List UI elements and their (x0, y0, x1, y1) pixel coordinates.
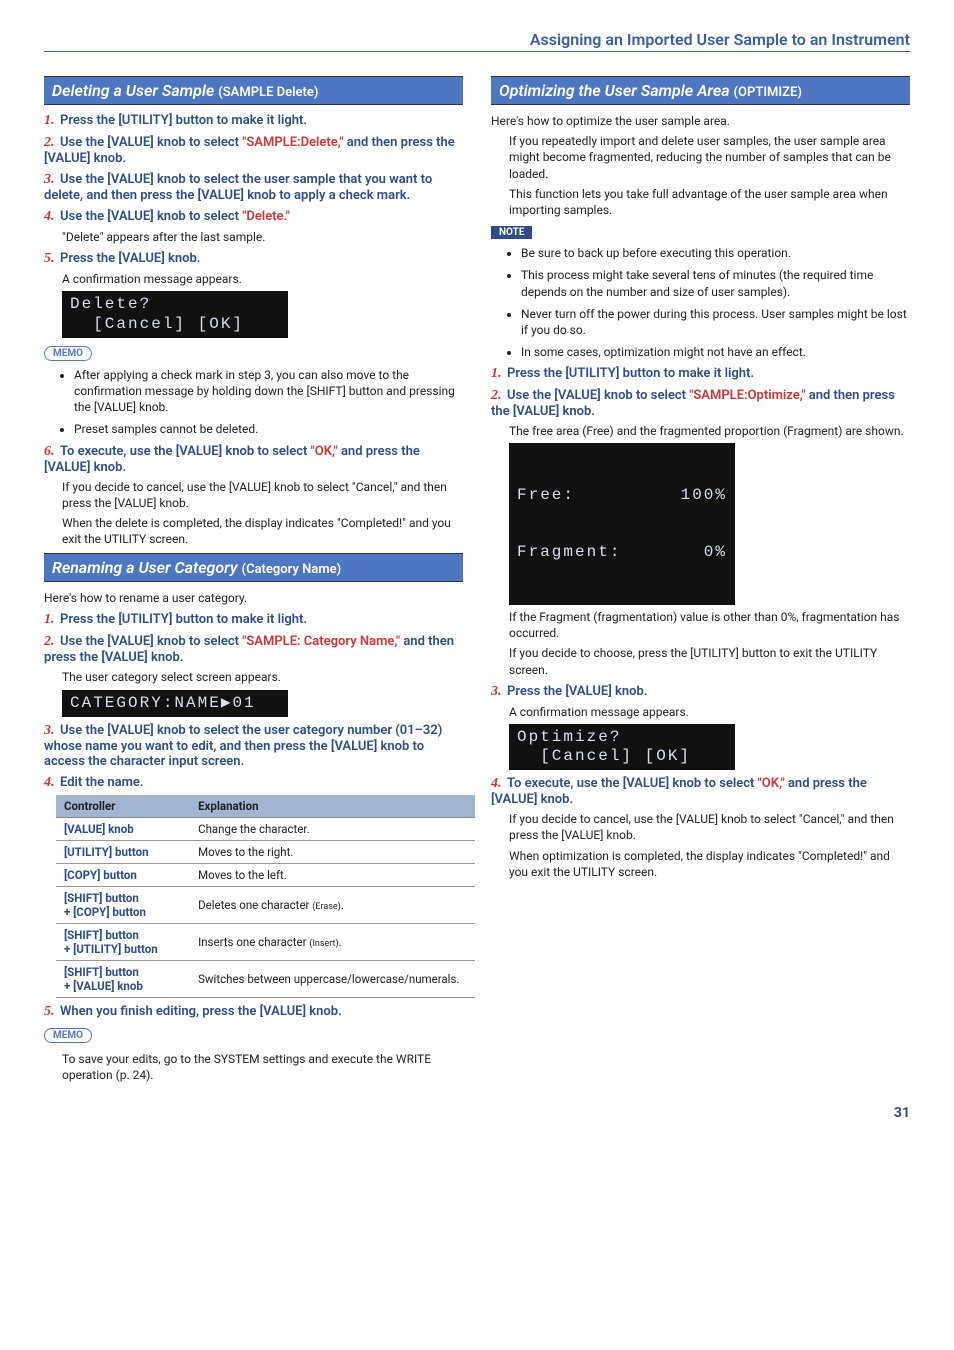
section-subtitle: (Category Name) (242, 562, 342, 577)
body-text: The user category select screen appears. (62, 669, 463, 685)
body-text: This function lets you take full advanta… (509, 186, 910, 218)
step-text: Press the [UTILITY] button to make it li… (60, 612, 307, 627)
step-text: Edit the name. (60, 775, 144, 790)
body-text: To save your edits, go to the SYSTEM set… (62, 1051, 463, 1083)
table-cell-controller: [SHIFT] button+ [COPY] button (56, 886, 190, 923)
body-text: "Delete" appears after the last sample. (62, 229, 463, 245)
body-text: Here's how to rename a user category. (44, 590, 463, 606)
page-header: Assigning an Imported User Sample to an … (44, 30, 910, 52)
section-title: Renaming a User Category (52, 558, 242, 577)
section-title: Deleting a User Sample (52, 81, 218, 100)
list-item: This process might take several tens of … (521, 267, 910, 299)
body-text: When optimization is completed, the disp… (509, 848, 910, 880)
left-column: Deleting a User Sample (SAMPLE Delete) 1… (44, 70, 463, 1087)
step-number: 1. (491, 366, 507, 382)
step-text: Press the [VALUE] knob. (60, 251, 200, 266)
step-text: Use the [VALUE] knob to select "SAMPLE:D… (44, 135, 455, 166)
body-text: A confirmation message appears. (509, 704, 910, 720)
step-text: Press the [UTILITY] button to make it li… (60, 113, 307, 128)
page-number: 31 (44, 1105, 910, 1121)
step-number: 2. (44, 135, 60, 151)
step-number: 4. (491, 776, 507, 792)
list-item: In some cases, optimization might not ha… (521, 344, 910, 360)
table-row: [SHIFT] button+ [VALUE] knobSwitches bet… (56, 960, 475, 997)
table-cell-controller: [VALUE] knob (56, 817, 190, 840)
table-row: [SHIFT] button+ [UTILITY] buttonInserts … (56, 923, 475, 960)
body-text: If you decide to choose, press the [UTIL… (509, 645, 910, 677)
section-deleting-sample: Deleting a User Sample (SAMPLE Delete) (44, 76, 463, 105)
step-number: 3. (44, 172, 60, 188)
section-renaming-category: Renaming a User Category (Category Name) (44, 553, 463, 582)
step-number: 4. (44, 775, 60, 791)
step-text: Use the [VALUE] knob to select the user … (44, 172, 432, 203)
step-number: 1. (44, 113, 60, 129)
body-text: The free area (Free) and the fragmented … (509, 423, 910, 439)
step-text: Use the [VALUE] knob to select the user … (44, 723, 442, 769)
step-number: 1. (44, 612, 60, 628)
body-text: A confirmation message appears. (62, 271, 463, 287)
step-text: To execute, use the [VALUE] knob to sele… (44, 444, 420, 475)
body-text: If you decide to cancel, use the [VALUE]… (509, 811, 910, 843)
memo-list: After applying a check mark in step 3, y… (74, 367, 463, 438)
memo-label: MEMO (44, 346, 92, 361)
body-text: If you decide to cancel, use the [VALUE]… (62, 479, 463, 511)
step-number: 5. (44, 251, 60, 267)
table-cell-explanation: Change the character. (190, 817, 475, 840)
body-text: Here's how to optimize the user sample a… (491, 113, 910, 129)
body-text: If you repeatedly import and delete user… (509, 133, 910, 182)
step-text: Use the [VALUE] knob to select "SAMPLE: … (44, 634, 454, 665)
lcd-display: CATEGORY:NAME▶01 (62, 690, 288, 717)
step-text: When you finish editing, press the [VALU… (60, 1004, 342, 1019)
section-subtitle: (OPTIMIZE) (734, 85, 802, 100)
controller-table: Controller Explanation [VALUE] knobChang… (56, 795, 475, 998)
section-subtitle: (SAMPLE Delete) (218, 85, 318, 100)
list-item: Never turn off the power during this pro… (521, 306, 910, 338)
step-text: Use the [VALUE] knob to select "Delete." (60, 209, 290, 224)
step-number: 2. (491, 388, 507, 404)
table-row: [UTILITY] buttonMoves to the right. (56, 840, 475, 863)
lcd-display: Optimize? [Cancel] [OK] (509, 724, 735, 770)
step-number: 3. (44, 723, 60, 739)
table-cell-explanation: Moves to the right. (190, 840, 475, 863)
list-item: After applying a check mark in step 3, y… (74, 367, 463, 416)
table-cell-explanation: Switches between uppercase/lowercase/num… (190, 960, 475, 997)
list-item: Preset samples cannot be deleted. (74, 421, 463, 437)
right-column: Optimizing the User Sample Area (OPTIMIZ… (491, 70, 910, 1087)
lcd-display: Delete? [Cancel] [OK] (62, 291, 288, 337)
table-row: [VALUE] knobChange the character. (56, 817, 475, 840)
step-number: 2. (44, 634, 60, 650)
section-title: Optimizing the User Sample Area (499, 81, 734, 100)
lcd-display: Free:100% Fragment:0% (509, 443, 735, 605)
step-text: Use the [VALUE] knob to select "SAMPLE:O… (491, 388, 895, 419)
note-label: NOTE (491, 226, 532, 239)
table-cell-controller: [UTILITY] button (56, 840, 190, 863)
table-cell-controller: [COPY] button (56, 863, 190, 886)
table-cell-controller: [SHIFT] button+ [VALUE] knob (56, 960, 190, 997)
table-row: [COPY] buttonMoves to the left. (56, 863, 475, 886)
list-item: Be sure to back up before executing this… (521, 245, 910, 261)
step-number: 3. (491, 684, 507, 700)
step-number: 4. (44, 209, 60, 225)
table-header: Explanation (190, 795, 475, 818)
section-optimize: Optimizing the User Sample Area (OPTIMIZ… (491, 76, 910, 105)
table-cell-explanation: Moves to the left. (190, 863, 475, 886)
body-text: When the delete is completed, the displa… (62, 515, 463, 547)
table-cell-controller: [SHIFT] button+ [UTILITY] button (56, 923, 190, 960)
body-text: If the Fragment (fragmentation) value is… (509, 609, 910, 641)
step-text: Press the [VALUE] knob. (507, 684, 647, 699)
table-header: Controller (56, 795, 190, 818)
step-number: 5. (44, 1004, 60, 1020)
step-text: Press the [UTILITY] button to make it li… (507, 366, 754, 381)
table-row: [SHIFT] button+ [COPY] buttonDeletes one… (56, 886, 475, 923)
step-text: To execute, use the [VALUE] knob to sele… (491, 776, 867, 807)
memo-label: MEMO (44, 1028, 92, 1043)
table-cell-explanation: Deletes one character (Erase). (190, 886, 475, 923)
table-cell-explanation: Inserts one character (Insert). (190, 923, 475, 960)
step-number: 6. (44, 444, 60, 460)
note-list: Be sure to back up before executing this… (521, 245, 910, 360)
